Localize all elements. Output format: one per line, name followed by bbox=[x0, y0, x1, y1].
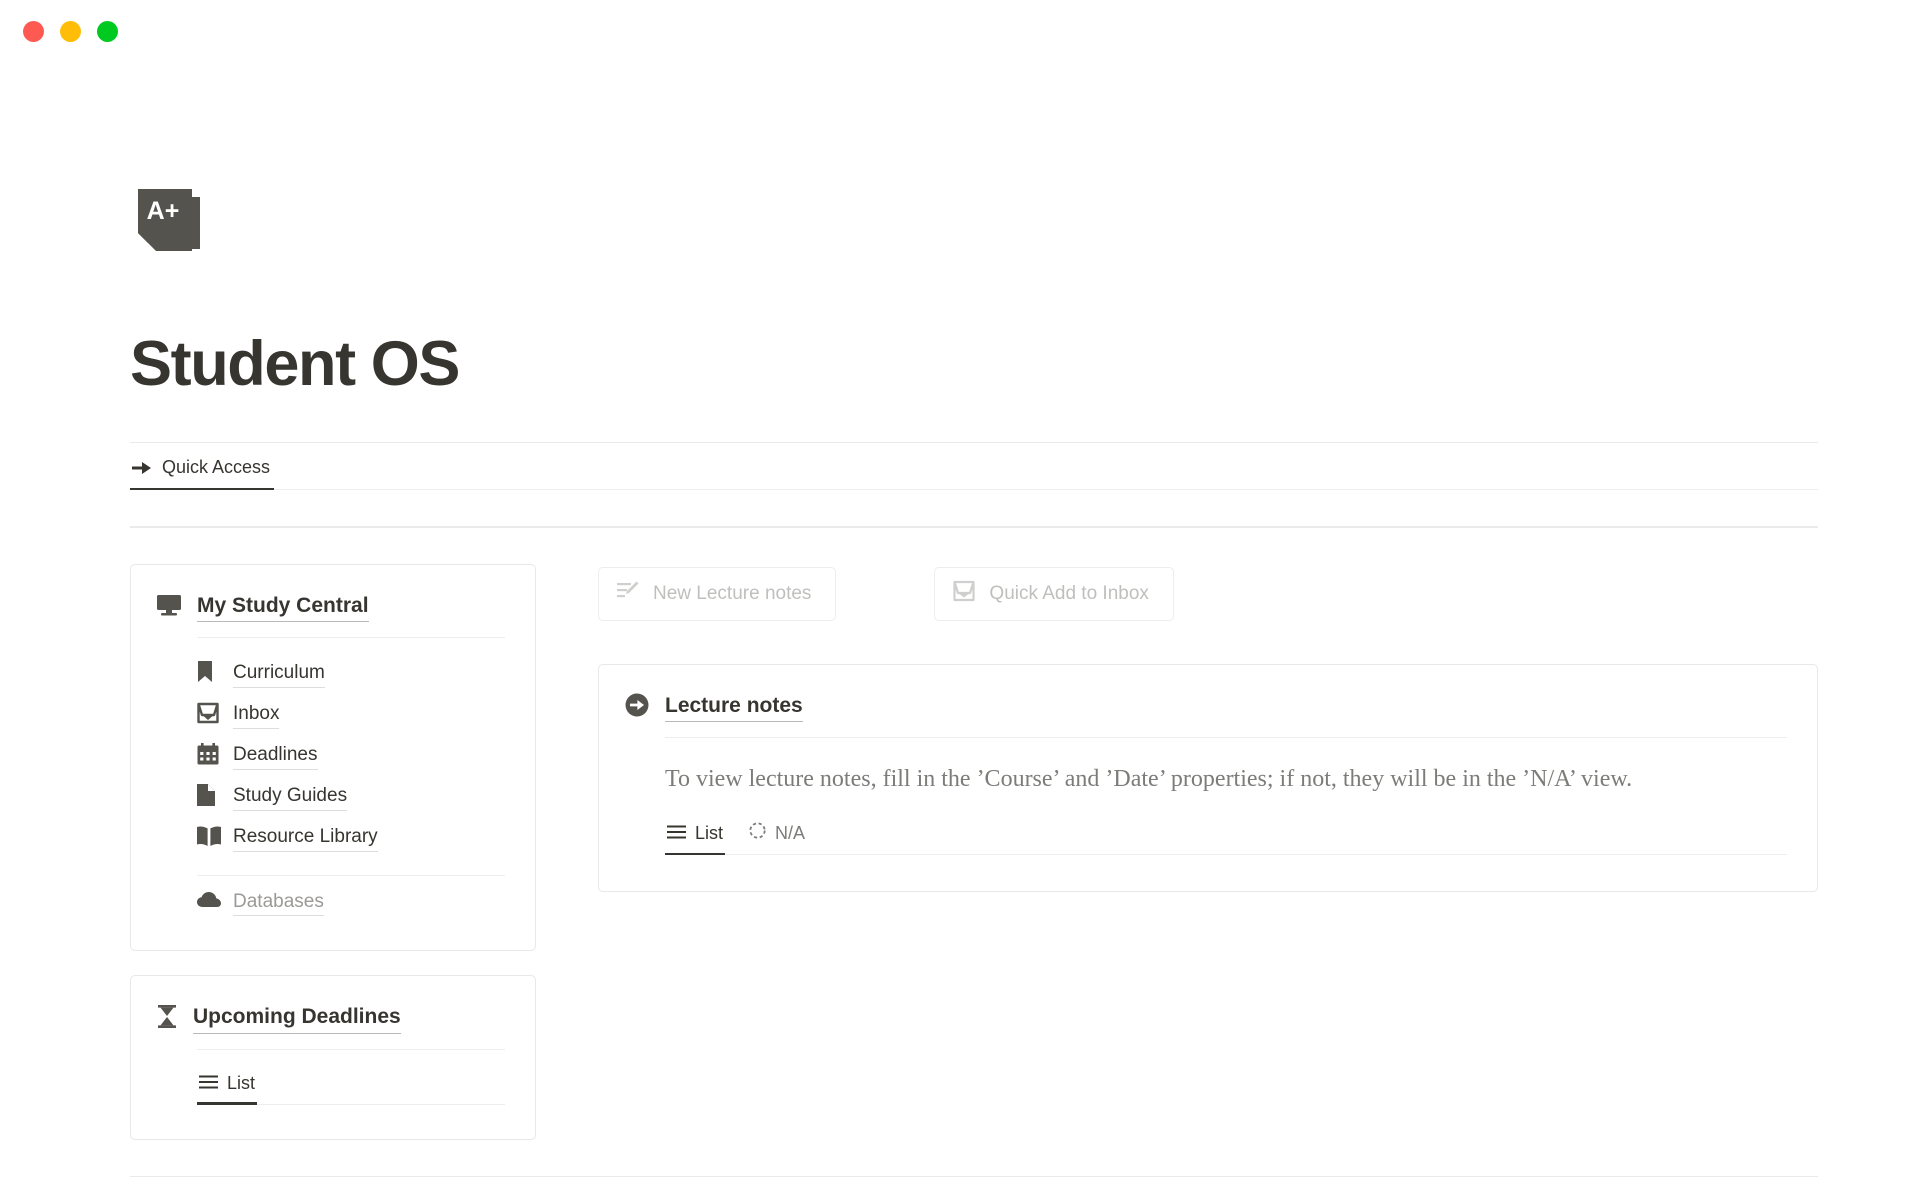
sidebar-item-label: Databases bbox=[233, 890, 324, 917]
open-book-icon bbox=[197, 826, 221, 851]
view-tab-label: N/A bbox=[775, 822, 806, 843]
sidebar-item-label: Deadlines bbox=[233, 743, 318, 770]
deadlines-view-tabs: List bbox=[197, 1069, 505, 1105]
inbox-tray-icon bbox=[197, 702, 219, 729]
tab-strip: Quick Access bbox=[130, 442, 1818, 491]
sidebar-item-deadlines[interactable]: Deadlines bbox=[197, 737, 505, 778]
window-titlebar bbox=[0, 0, 1920, 62]
list-icon bbox=[667, 823, 686, 844]
a-plus-document-icon[interactable]: A+ bbox=[130, 187, 204, 263]
quick-actions-row: New Lecture notes Quick Add to Inbox bbox=[598, 564, 1818, 621]
left-column: My Study Central Curriculum Inbox Deadli… bbox=[130, 563, 536, 1140]
my-study-central-title[interactable]: My Study Central bbox=[197, 593, 369, 622]
monitor-icon bbox=[157, 594, 181, 621]
hourglass-icon bbox=[157, 1004, 177, 1033]
lecture-notes-title[interactable]: Lecture notes bbox=[665, 693, 803, 722]
page-title: Student OS bbox=[130, 329, 460, 399]
header-divider bbox=[130, 526, 1818, 528]
window-minimize-button[interactable] bbox=[60, 20, 81, 42]
header-rule bbox=[665, 736, 1787, 738]
sidebar-item-curriculum[interactable]: Curriculum bbox=[197, 655, 505, 696]
calendar-icon bbox=[197, 742, 219, 770]
upcoming-deadlines-header[interactable]: Upcoming Deadlines bbox=[157, 1004, 505, 1034]
my-study-central-card: My Study Central Curriculum Inbox Deadli… bbox=[130, 563, 536, 952]
view-tab-na[interactable]: N/A bbox=[747, 818, 807, 854]
right-column: New Lecture notes Quick Add to Inbox Lec… bbox=[598, 564, 1818, 893]
sidebar-item-label: Inbox bbox=[233, 702, 280, 729]
cloud-icon bbox=[197, 892, 221, 913]
header-rule bbox=[197, 1048, 505, 1050]
inbox-tray-icon bbox=[953, 580, 976, 608]
view-tab-active-indicator bbox=[197, 1102, 258, 1105]
lecture-notes-description: To view lecture notes, fill in the ’Cour… bbox=[665, 765, 1633, 792]
dashed-circle-icon bbox=[749, 822, 766, 844]
my-study-central-header[interactable]: My Study Central bbox=[157, 593, 505, 622]
upcoming-deadlines-card: Upcoming Deadlines List bbox=[130, 975, 536, 1140]
document-icon bbox=[197, 783, 219, 811]
header-rule bbox=[197, 636, 505, 638]
sidebar-item-study-guides[interactable]: Study Guides bbox=[197, 778, 505, 819]
view-tab-label: List bbox=[695, 822, 724, 843]
window-maximize-button[interactable] bbox=[97, 20, 118, 42]
sidebar-item-resource-library[interactable]: Resource Library bbox=[197, 819, 505, 860]
compose-note-icon bbox=[617, 581, 639, 607]
quick-button-label: New Lecture notes bbox=[653, 582, 812, 604]
section-divider bbox=[130, 1175, 1818, 1178]
new-lecture-notes-button[interactable]: New Lecture notes bbox=[598, 566, 837, 621]
view-tab-list[interactable]: List bbox=[197, 1069, 258, 1105]
arrow-right-icon bbox=[132, 460, 151, 476]
bookmark-icon bbox=[197, 660, 219, 688]
quick-button-label: Quick Add to Inbox bbox=[989, 582, 1149, 604]
study-central-footer-list: Databases bbox=[197, 884, 505, 925]
sidebar-item-inbox[interactable]: Inbox bbox=[197, 696, 505, 737]
content-grid: My Study Central Curriculum Inbox Deadli… bbox=[130, 563, 1818, 1140]
view-tab-label: List bbox=[227, 1072, 256, 1093]
nav-separator bbox=[197, 874, 505, 876]
view-tab-list[interactable]: List bbox=[665, 818, 726, 856]
view-tab-active-indicator bbox=[665, 852, 726, 856]
lecture-notes-card: Lecture notes To view lecture notes, fil… bbox=[598, 663, 1818, 893]
quick-add-to-inbox-button[interactable]: Quick Add to Inbox bbox=[934, 566, 1174, 621]
tab-active-indicator bbox=[130, 487, 275, 491]
svg-text:A+: A+ bbox=[147, 197, 180, 225]
list-icon bbox=[199, 1073, 218, 1094]
study-central-nav-list: Curriculum Inbox Deadlines Study Guides … bbox=[197, 655, 505, 860]
arrow-circle-right-icon bbox=[625, 693, 649, 722]
sidebar-item-label: Study Guides bbox=[233, 784, 348, 811]
lecture-notes-header[interactable]: Lecture notes bbox=[625, 693, 1787, 722]
sidebar-item-label: Curriculum bbox=[233, 661, 325, 688]
window-close-button[interactable] bbox=[23, 20, 44, 42]
upcoming-deadlines-title[interactable]: Upcoming Deadlines bbox=[193, 1004, 401, 1034]
lecture-notes-view-tabs: List N/A bbox=[665, 818, 1787, 856]
sidebar-item-databases[interactable]: Databases bbox=[197, 884, 505, 925]
tab-quick-access[interactable]: Quick Access bbox=[130, 443, 275, 491]
sidebar-item-label: Resource Library bbox=[233, 825, 378, 852]
tab-label: Quick Access bbox=[162, 457, 271, 478]
